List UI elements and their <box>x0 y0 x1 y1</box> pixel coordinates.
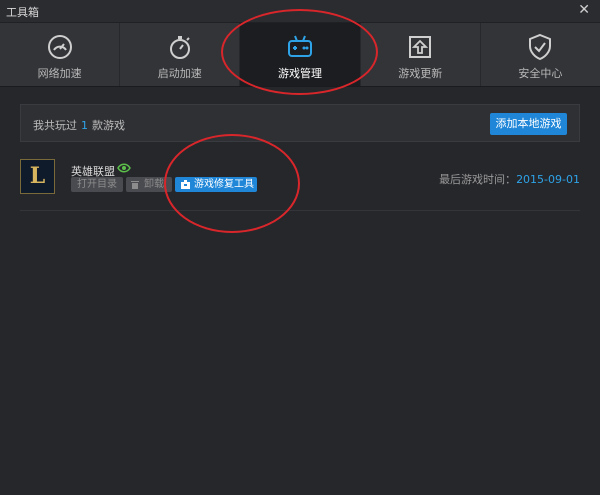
tab-label: 游戏管理 <box>278 67 322 80</box>
add-local-game-button[interactable]: 添加本地游戏 <box>490 113 567 135</box>
shield-check-icon <box>529 33 552 61</box>
open-directory-button[interactable]: 打开目录 <box>71 177 123 192</box>
tab-network-boost[interactable]: 网络加速 <box>0 23 121 86</box>
speedometer-icon <box>47 35 72 59</box>
games-played-summary: 我共玩过 1 款游戏 <box>33 117 125 133</box>
gamepad-icon <box>288 35 312 57</box>
close-icon[interactable]: ✕ <box>578 2 590 18</box>
tab-label: 启动加速 <box>157 67 202 80</box>
trash-icon <box>131 181 139 189</box>
summary-suffix: 款游戏 <box>92 119 125 132</box>
tab-label: 游戏更新 <box>398 67 443 80</box>
update-upload-icon <box>409 36 432 58</box>
logo-letter: L <box>29 163 46 189</box>
tab-startup-boost[interactable]: 启动加速 <box>120 23 241 86</box>
summary-prefix: 我共玩过 <box>33 119 77 132</box>
eye-icon[interactable] <box>117 163 131 173</box>
uninstall-label: 卸载 <box>144 179 164 190</box>
last-played-label: 最后游戏时间： <box>439 173 517 186</box>
games-count: 1 <box>81 119 88 132</box>
game-repair-tool-button[interactable]: 游戏修复工具 <box>175 177 257 192</box>
title-bar: 工具箱 ✕ <box>0 0 600 22</box>
last-played-date: 2015-09-01 <box>516 173 580 186</box>
game-row: L 英雄联盟 打开目录 卸载 游戏修复工具 最后游戏时间：2015-09-01 <box>20 150 580 211</box>
tab-game-update[interactable]: 游戏更新 <box>361 23 481 86</box>
game-logo[interactable]: L <box>20 159 55 194</box>
stopwatch-icon <box>169 36 190 59</box>
window-title: 工具箱 <box>6 6 39 19</box>
games-summary-bar: 我共玩过 1 款游戏 添加本地游戏 <box>20 104 580 142</box>
toolbox-icon <box>181 180 190 189</box>
tab-label: 安全中心 <box>518 67 563 80</box>
repair-tool-label: 游戏修复工具 <box>194 179 254 190</box>
last-played: 最后游戏时间：2015-09-01 <box>439 171 580 187</box>
tab-label: 网络加速 <box>37 67 82 80</box>
tab-bar: 网络加速 启动加速 游戏管理 游戏更新 安全中心 <box>0 22 600 87</box>
tab-security-center[interactable]: 安全中心 <box>481 23 600 86</box>
uninstall-button[interactable]: 卸载 <box>126 177 172 192</box>
tab-game-manage[interactable]: 游戏管理 <box>240 23 361 86</box>
